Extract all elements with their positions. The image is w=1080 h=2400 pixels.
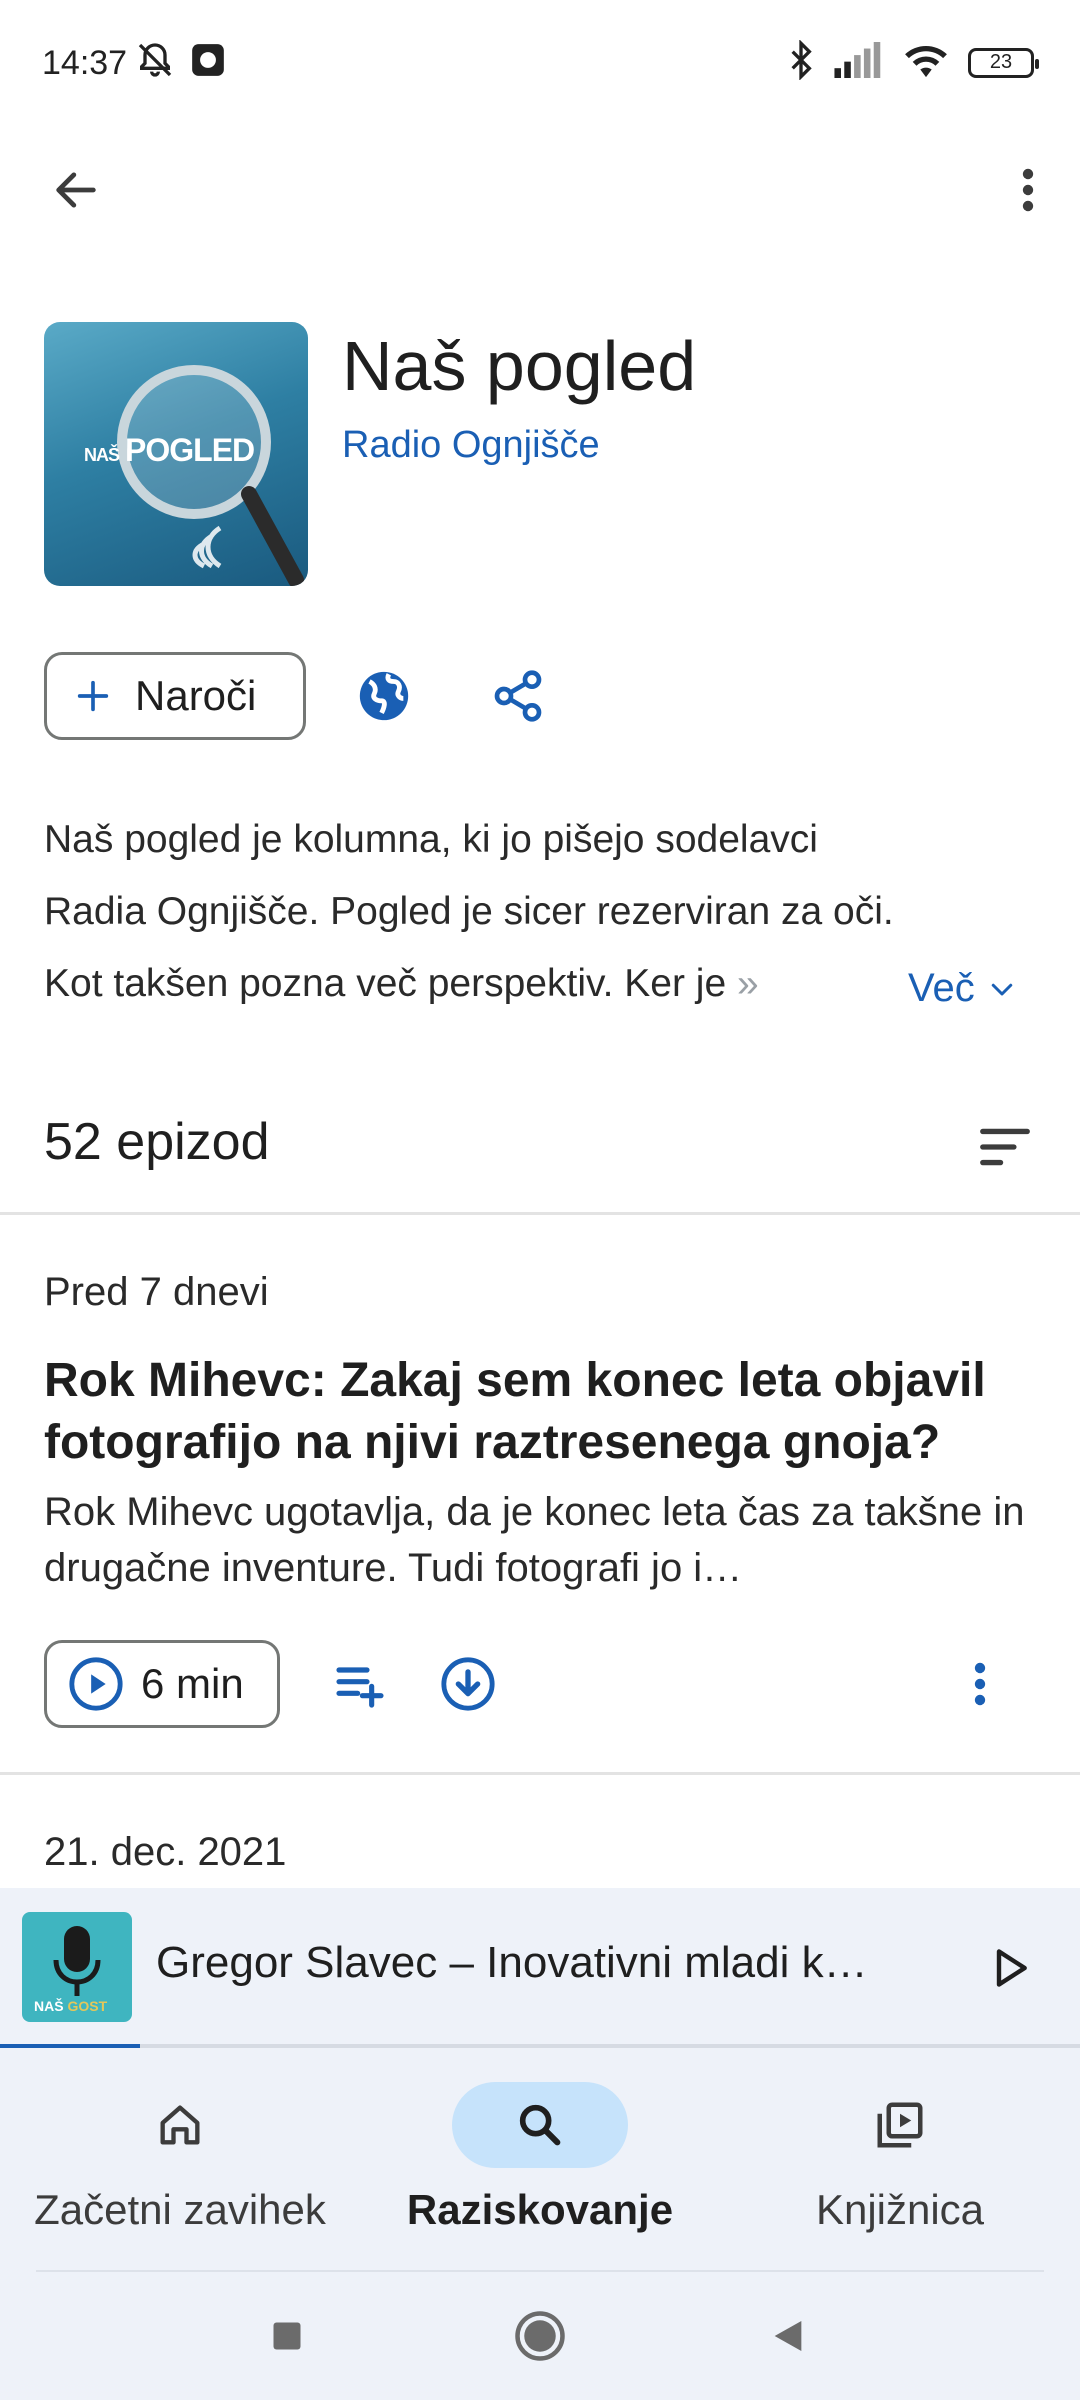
arrow-left-icon [56, 172, 96, 208]
system-navigation-bar [0, 2272, 1080, 2400]
bottom-navigation: Začetni zavihek Raziskovanje Knjižnica [0, 2048, 1080, 2274]
description-line-1: Naš pogled je kolumna, ki jo pišejo sode… [44, 818, 818, 861]
sort-icon [980, 1128, 1030, 1166]
show-more-label: Več [908, 966, 975, 1010]
add-to-queue-button[interactable] [326, 1650, 394, 1718]
triangle-back-icon [774, 2321, 802, 2351]
episode-count: 52 epizod [44, 1113, 270, 1171]
more-vert-icon [1022, 168, 1034, 212]
status-bar: 14:37 23 [0, 0, 1080, 130]
sort-button[interactable] [970, 1112, 1040, 1182]
episode-duration: 6 min [141, 1660, 244, 1707]
podcast-author-link[interactable]: Radio Ognjišče [342, 424, 600, 467]
description-fade: » [736, 962, 759, 1005]
show-more-button[interactable]: Več [908, 966, 1017, 1011]
home-icon [160, 2105, 200, 2145]
share-button[interactable] [484, 662, 552, 730]
plus-icon [77, 680, 109, 712]
mini-player[interactable]: NAŠ GOST Gregor Slavec – Inovativni mlad… [0, 1888, 1080, 2048]
podcast-cover: NAŠ POGLED [44, 322, 308, 586]
nav-label-home: Začetni zavihek [34, 2186, 326, 2233]
mini-player-thumbnail: NAŠ GOST [22, 1912, 132, 2022]
chevron-down-icon [991, 983, 1012, 995]
description-line-2: Radia Ognjišče. Pogled je sicer rezervir… [44, 890, 894, 933]
status-time: 14:37 [42, 44, 128, 82]
website-button[interactable] [350, 662, 418, 730]
mini-player-title: Gregor Slavec – Inovativni mladi k… [156, 1938, 868, 1987]
back-button[interactable] [44, 158, 108, 222]
play-icon [996, 1949, 1027, 1987]
nav-item-library[interactable]: Knjižnica [720, 2082, 1080, 2234]
home-system-button[interactable] [508, 2304, 572, 2368]
episode-description: Rok Mihevc ugotavlja, da je konec leta č… [44, 1490, 1025, 1590]
bluetooth-icon [786, 39, 816, 85]
library-icon [877, 2102, 923, 2148]
mute-bell-icon [135, 40, 175, 85]
search-icon [519, 2104, 561, 2146]
back-system-button[interactable] [756, 2304, 820, 2368]
subscribe-button[interactable]: Naroči [44, 652, 306, 740]
share-icon [494, 670, 542, 722]
playlist-add-icon [336, 1667, 384, 1708]
square-icon [273, 2322, 301, 2350]
divider [0, 1772, 1080, 1775]
podcast-title: Naš pogled [342, 327, 697, 405]
subscribe-label: Naroči [135, 672, 257, 719]
episode-date: Pred 7 dnevi [44, 1270, 269, 1314]
download-icon [441, 1657, 495, 1711]
battery-icon: 23 [968, 47, 1039, 78]
globe-icon [359, 671, 409, 721]
episode-play-button[interactable]: 6 min [44, 1640, 280, 1728]
podcast-description: Naš pogled je kolumna, ki jo pišejo sode… [44, 804, 904, 1020]
cover-title: NAŠ POGLED [84, 432, 255, 468]
mini-player-play-button[interactable] [974, 1932, 1046, 2004]
signal-icon [834, 42, 884, 83]
screen-record-icon [189, 41, 227, 84]
download-button[interactable] [434, 1650, 502, 1718]
nav-label-explore: Raziskovanje [406, 2186, 674, 2233]
episode-more-button[interactable] [946, 1650, 1014, 1718]
more-vert-icon [974, 1662, 986, 1706]
recents-button[interactable] [255, 2304, 319, 2368]
nav-label-library: Knjižnica [815, 2186, 985, 2233]
wifi-icon [902, 41, 950, 84]
episode-title[interactable]: Rok Mihevc: Zakaj sem konec leta objavil… [44, 1350, 1044, 1474]
more-options-button[interactable] [996, 158, 1060, 222]
description-line-3: Kot takšen pozna več perspektiv. Ker je [44, 962, 727, 1005]
circle-icon [515, 2311, 565, 2361]
nav-item-explore[interactable]: Raziskovanje [360, 2082, 720, 2234]
play-circle-icon [69, 1657, 123, 1711]
top-app-bar [0, 150, 1080, 230]
divider [0, 1212, 1080, 1215]
episode-date: 21. dec. 2021 [44, 1830, 287, 1874]
nav-item-home[interactable]: Začetni zavihek [0, 2082, 360, 2234]
